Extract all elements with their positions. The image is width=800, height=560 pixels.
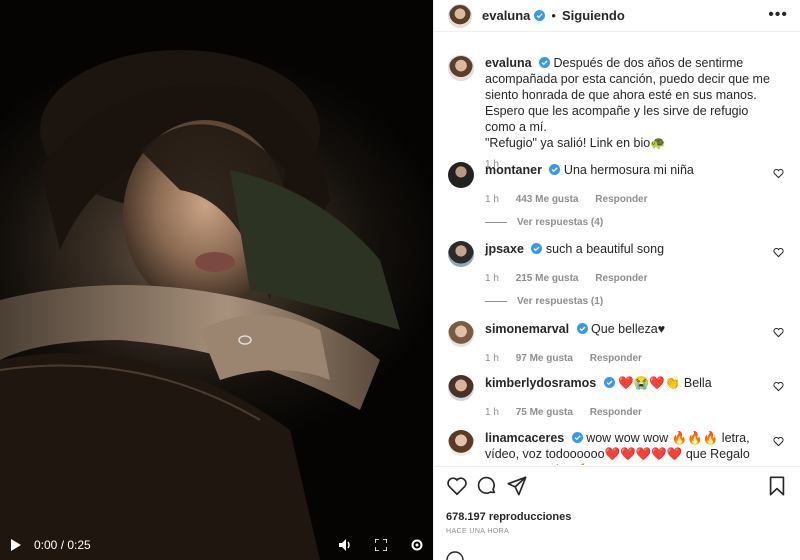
play-icon[interactable] [8, 537, 24, 553]
avatar[interactable] [448, 430, 474, 456]
caption-username[interactable]: evaluna [485, 56, 532, 70]
reply-button[interactable]: Responder [590, 407, 642, 418]
avatar[interactable] [448, 375, 474, 401]
replies-divider [485, 301, 507, 302]
video-frame [0, 50, 400, 560]
like-heart-icon[interactable] [773, 327, 784, 338]
comment-username[interactable]: montaner [485, 163, 542, 177]
comment-meta: 1 h 97 Me gusta Responder [485, 353, 786, 364]
comment-username[interactable]: kimberlydosramos [485, 376, 596, 390]
action-icons [446, 475, 788, 497]
verified-icon [576, 323, 588, 334]
verified-icon [534, 10, 546, 21]
comment-time[interactable]: 1 h [485, 353, 499, 364]
comment-item: kimberlydosramos ❤️😭❤️👏 Bella 1 h 75 Me … [448, 375, 786, 418]
instagram-post-view: 0:00 / 0:25 evaluna • Siguiendo ••• eval… [0, 0, 800, 560]
comment-likes[interactable]: 97 Me gusta [516, 353, 573, 364]
like-heart-icon[interactable] [773, 436, 784, 447]
comment-username[interactable]: simonemarval [485, 322, 569, 336]
view-replies-button[interactable]: Ver respuestas (4) [485, 217, 786, 228]
avatar[interactable] [448, 3, 472, 28]
comment-time[interactable]: 1 h [485, 273, 499, 284]
comment-likes[interactable]: 215 Me gusta [516, 273, 579, 284]
post-timestamp: HACE UNA HORA [446, 528, 510, 535]
comment-username[interactable]: jpsaxe [485, 242, 524, 256]
avatar[interactable] [448, 321, 474, 347]
reply-button[interactable]: Responder [590, 353, 642, 364]
comment-text: Una hermosura mi niña [563, 163, 694, 177]
comment-meta: 1 h 75 Me gusta Responder [485, 407, 786, 418]
reply-button[interactable]: Responder [595, 273, 647, 284]
verified-icon [531, 243, 543, 254]
verified-icon [603, 377, 615, 388]
view-replies-label: Ver respuestas (4) [517, 217, 604, 228]
views-count[interactable]: 678.197 reproducciones [446, 511, 788, 523]
following-button[interactable]: Siguiendo [562, 8, 625, 23]
more-options-icon[interactable]: ••• [768, 6, 788, 24]
comment-item: jpsaxe such a beautiful song 1 h 215 Me … [448, 241, 786, 307]
like-heart-icon[interactable] [446, 475, 468, 497]
verified-icon [539, 57, 551, 68]
comment-item: simonemarval Que belleza♥ 1 h 97 Me gust… [448, 321, 786, 364]
video-time: 0:00 / 0:25 [34, 538, 91, 552]
comment-username[interactable]: linamcaceres [485, 431, 564, 445]
replies-divider [485, 222, 507, 223]
comment-icon[interactable] [476, 475, 498, 497]
comment-time[interactable]: 1 h [485, 407, 499, 418]
like-heart-icon[interactable] [773, 247, 784, 258]
comment-item: linamcaceres wow wow wow 🔥🔥🔥 letra, víde… [448, 430, 786, 465]
avatar[interactable] [448, 55, 474, 81]
caption-body-2: "Refugio" ya salió! Link en bio🐢 [485, 136, 666, 150]
comment-likes[interactable]: 75 Me gusta [516, 407, 573, 418]
comment-time[interactable]: 1 h [485, 194, 499, 205]
verified-icon [571, 432, 583, 443]
comments-list: evaluna Después de dos años de sentirme … [434, 33, 800, 465]
comment-meta: 1 h 215 Me gusta Responder [485, 273, 786, 284]
post-actions: 678.197 reproducciones HACE UNA HORA [434, 466, 800, 535]
settings-icon[interactable] [409, 537, 425, 553]
avatar[interactable] [448, 241, 474, 267]
volume-icon[interactable] [337, 537, 353, 553]
caption-text: evaluna Después de dos años de sentirme … [485, 55, 786, 151]
like-heart-icon[interactable] [773, 381, 784, 392]
reply-button[interactable]: Responder [595, 194, 647, 205]
post-header: evaluna • Siguiendo ••• [434, 0, 800, 32]
comment-text: such a beautiful song [545, 242, 665, 256]
comment-item: montaner Una hermosura mi niña 1 h 443 M… [448, 162, 786, 228]
comment-meta: 1 h 443 Me gusta Responder [485, 194, 786, 205]
comment-likes[interactable]: 443 Me gusta [516, 194, 579, 205]
comment-text: Que belleza♥ [591, 322, 666, 336]
view-replies-button[interactable]: Ver respuestas (1) [485, 296, 786, 307]
fullscreen-icon[interactable] [373, 537, 389, 553]
video-player[interactable]: 0:00 / 0:25 [0, 0, 433, 560]
post-caption: evaluna Después de dos años de sentirme … [448, 55, 786, 170]
emoji-icon[interactable] [446, 551, 464, 560]
verified-icon [549, 164, 561, 175]
separator-dot: • [551, 8, 556, 23]
view-replies-label: Ver respuestas (1) [517, 296, 604, 307]
video-controls: 0:00 / 0:25 [0, 530, 433, 560]
share-icon[interactable] [506, 475, 528, 497]
like-heart-icon[interactable] [773, 168, 784, 179]
comment-text: ❤️😭❤️👏 Bella [618, 376, 712, 390]
post-details-panel: evaluna • Siguiendo ••• evaluna Después … [433, 0, 800, 560]
bookmark-icon[interactable] [766, 475, 788, 497]
avatar[interactable] [448, 162, 474, 188]
header-username[interactable]: evaluna [482, 8, 530, 23]
